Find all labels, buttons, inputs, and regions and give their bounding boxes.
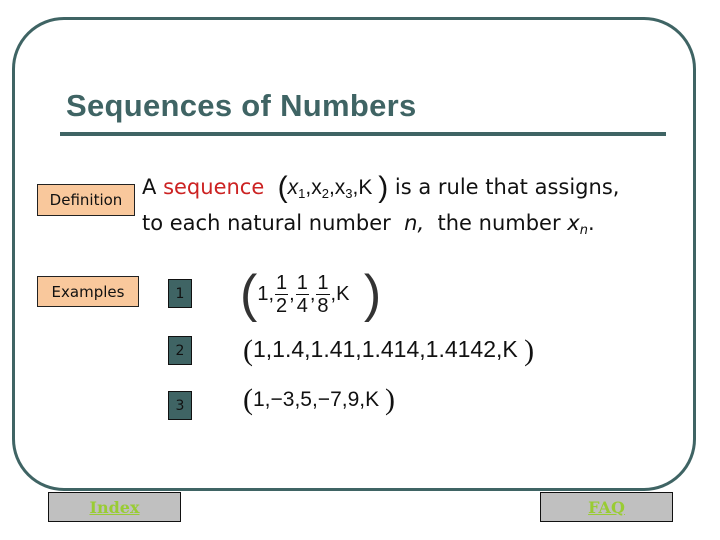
var-x: x <box>567 211 580 235</box>
definition-tag: Definition <box>37 184 135 216</box>
definition-term: sequence <box>163 175 265 199</box>
examples-tag: Examples <box>37 276 139 307</box>
example-number-1: 1 <box>168 279 192 308</box>
example-sequence-2: (1,1.4,1.41,1.414,1.4142,K ) <box>243 334 535 367</box>
fraction: 14 <box>295 271 309 317</box>
definition-suffix: is a rule that assigns, <box>394 175 620 199</box>
example-number-3: 3 <box>168 391 192 420</box>
example-number-2: 2 <box>168 336 192 365</box>
definition-prefix: A <box>142 175 157 199</box>
definition-line-1: A sequence (x1,x2,x3,K ) is a rule that … <box>142 171 619 205</box>
index-link-button[interactable]: Index <box>48 492 181 522</box>
var-n: n, <box>404 211 425 235</box>
sequence-formula: (x1,x2,x3,K ) <box>277 171 389 204</box>
title-underline <box>60 132 666 136</box>
slide-title: Sequences of Numbers <box>66 88 417 123</box>
faq-link-button[interactable]: FAQ <box>540 492 673 522</box>
fraction: 12 <box>275 271 289 317</box>
fraction: 18 <box>316 271 330 317</box>
example-sequence-1: ( 1, 12, 14, 18 ,K ) <box>240 265 382 323</box>
definition-line-2: to each natural number n, the number xn. <box>142 211 625 238</box>
example-sequence-3: (1,−3,5,−7,9,K ) <box>243 383 395 416</box>
